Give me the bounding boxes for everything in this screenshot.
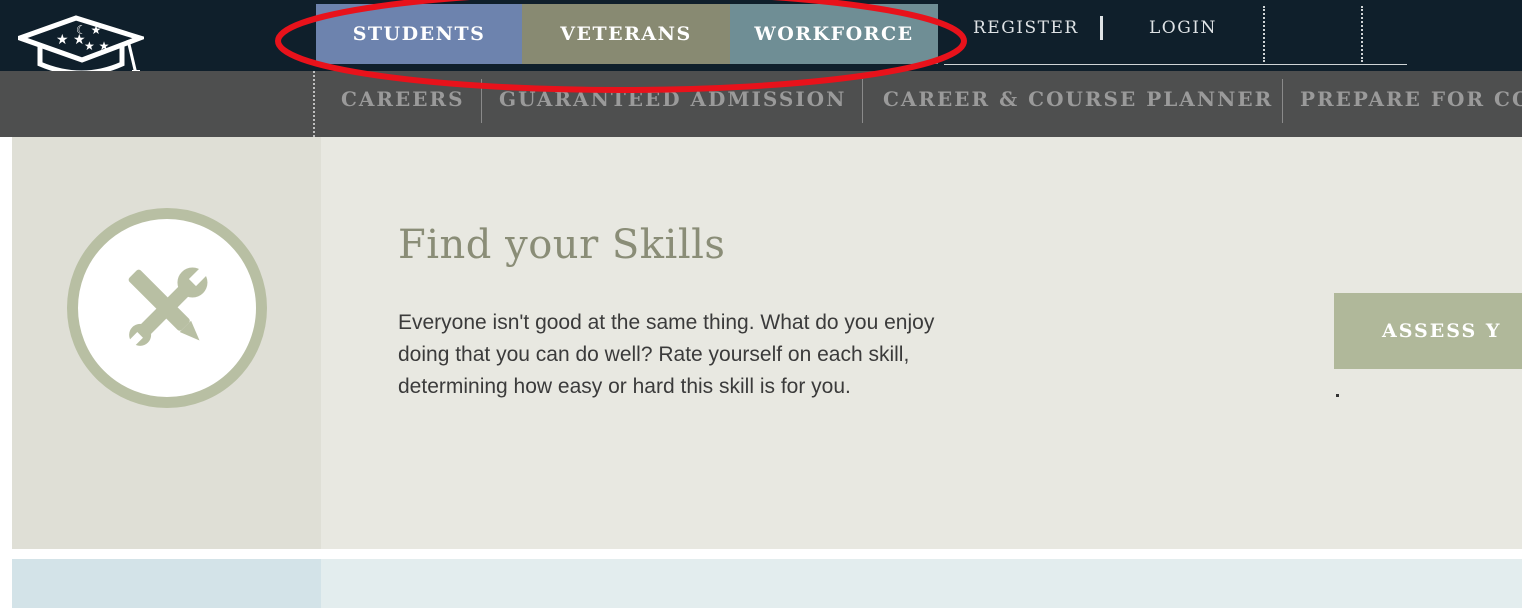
divider bbox=[481, 79, 482, 123]
wrench-pencil-icon bbox=[127, 267, 208, 348]
feature-description: Everyone isn't good at the same thing. W… bbox=[398, 311, 935, 398]
divider bbox=[1361, 6, 1363, 62]
divider bbox=[1282, 79, 1283, 123]
stray-dot bbox=[1336, 394, 1339, 397]
subnav-item-guaranteed-admission[interactable]: GUARANTEED ADMISSION bbox=[499, 87, 846, 111]
skills-badge bbox=[67, 208, 267, 408]
divider bbox=[1100, 16, 1103, 40]
subnav-item-careers[interactable]: CAREERS bbox=[341, 87, 465, 111]
subnav-item-prepare-for-college[interactable]: PREPARE FOR CO bbox=[1300, 87, 1522, 111]
svg-text:☾ ★: ☾ ★ bbox=[76, 23, 101, 37]
svg-text:★ ★: ★ ★ bbox=[84, 39, 109, 53]
tab-workforce[interactable]: WORKFORCE bbox=[730, 4, 938, 64]
divider bbox=[1263, 6, 1265, 62]
subnav-item-career-course-planner[interactable]: CAREER & COURSE PLANNER bbox=[883, 87, 1273, 111]
login-link[interactable]: LOGIN bbox=[1149, 18, 1217, 38]
divider bbox=[862, 79, 863, 123]
register-link[interactable]: REGISTER bbox=[973, 18, 1079, 38]
divider bbox=[944, 64, 1407, 65]
next-feature-icon-column bbox=[12, 559, 321, 608]
feature-title: Find your Skills bbox=[398, 222, 726, 268]
secondary-navigation-bar: CAREERS GUARANTEED ADMISSION CAREER & CO… bbox=[0, 71, 1522, 137]
assess-skills-button[interactable]: ASSESS Y bbox=[1334, 293, 1522, 369]
tab-students[interactable]: STUDENTS bbox=[316, 4, 522, 64]
tab-veterans[interactable]: VETERANS bbox=[522, 4, 730, 64]
divider bbox=[313, 71, 315, 137]
